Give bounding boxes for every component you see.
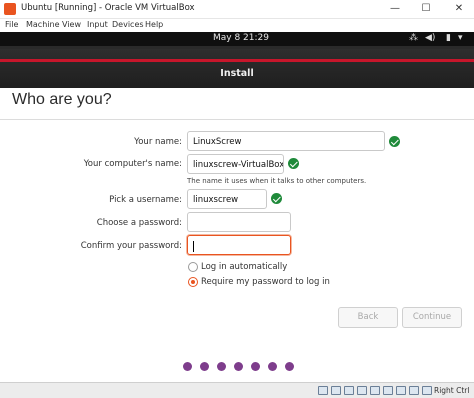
network-adapter-icon[interactable]	[357, 386, 367, 395]
progress-dot	[217, 362, 226, 371]
progress-dot	[285, 362, 294, 371]
system-menu-chevron-icon[interactable]: ▾	[458, 33, 463, 43]
username-input[interactable]: linuxscrew	[187, 189, 267, 209]
shared-folders-icon[interactable]	[383, 386, 393, 395]
confirm-password-label: Confirm your password:	[80, 241, 182, 251]
recording-icon[interactable]	[409, 386, 419, 395]
menu-machine[interactable]: Machine	[26, 20, 60, 29]
vm-status-bar: Right Ctrl	[0, 382, 474, 398]
maximize-button[interactable]: ☐	[411, 0, 441, 19]
password-input[interactable]	[187, 212, 291, 232]
progress-dot	[268, 362, 277, 371]
header-accent-stripe	[0, 59, 474, 62]
username-label: Pick a username:	[109, 195, 182, 205]
name-valid-check-icon	[389, 136, 400, 147]
back-button[interactable]: Back	[338, 307, 398, 328]
progress-dot	[200, 362, 209, 371]
title-divider	[0, 119, 474, 120]
mouse-integration-icon[interactable]	[422, 386, 432, 395]
menu-help[interactable]: Help	[145, 20, 163, 29]
menu-devices[interactable]: Devices	[112, 20, 144, 29]
name-input[interactable]: LinuxScrew	[187, 131, 385, 151]
host-key-label: Right Ctrl	[434, 386, 470, 395]
computer-name-valid-check-icon	[288, 158, 299, 169]
installer-header: Install	[0, 46, 474, 88]
text-caret	[193, 241, 194, 252]
menu-view[interactable]: View	[62, 20, 81, 29]
progress-dot	[234, 362, 243, 371]
optical-drive-icon[interactable]	[331, 386, 341, 395]
virtualbox-app-icon	[4, 3, 16, 15]
power-icon[interactable]: ▮	[446, 33, 451, 43]
require-password-radio[interactable]	[188, 277, 198, 287]
progress-dot	[251, 362, 260, 371]
minimize-button[interactable]: —	[380, 0, 410, 19]
continue-button[interactable]: Continue	[402, 307, 462, 328]
volume-icon[interactable]: ◀)	[425, 33, 435, 43]
require-password-label[interactable]: Require my password to log in	[201, 277, 330, 287]
username-valid-check-icon	[271, 193, 282, 204]
password-label: Choose a password:	[96, 218, 182, 228]
window-title: Ubuntu [Running] - Oracle VM VirtualBox	[21, 3, 195, 13]
confirm-password-input[interactable]	[187, 235, 291, 255]
audio-icon[interactable]	[344, 386, 354, 395]
usb-icon[interactable]	[370, 386, 380, 395]
progress-dot	[183, 362, 192, 371]
gnome-top-bar: May 8 21:29 ⁂ ◀) ▮ ▾	[0, 32, 474, 46]
computer-name-label: Your computer's name:	[83, 159, 182, 169]
hard-disk-icon[interactable]	[318, 386, 328, 395]
login-automatically-radio[interactable]	[188, 262, 198, 272]
window-titlebar[interactable]: Ubuntu [Running] - Oracle VM VirtualBox …	[0, 0, 474, 19]
menu-input[interactable]: Input	[87, 20, 108, 29]
computer-name-hint: The name it uses when it talks to other …	[187, 177, 367, 185]
display-icon[interactable]	[396, 386, 406, 395]
computer-name-input[interactable]: linuxscrew-VirtualBox	[187, 154, 284, 174]
network-icon[interactable]: ⁂	[409, 33, 418, 43]
name-label: Your name:	[134, 137, 182, 147]
clock[interactable]: May 8 21:29	[213, 33, 269, 43]
page-title: Who are you?	[12, 91, 112, 108]
installer-title: Install	[220, 68, 254, 79]
menubar: File Machine View Input Devices Help	[0, 19, 474, 32]
menu-file[interactable]: File	[5, 20, 18, 29]
close-button[interactable]: ✕	[444, 0, 474, 19]
login-automatically-label[interactable]: Log in automatically	[201, 262, 287, 272]
